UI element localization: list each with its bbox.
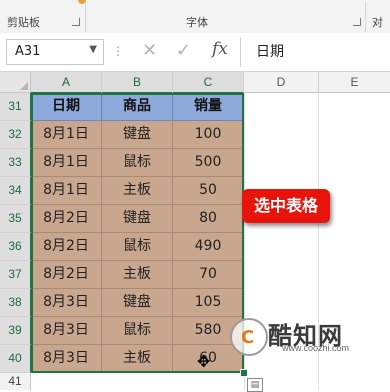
name-box[interactable]: A31 ▼ — [6, 39, 104, 65]
table-cell[interactable]: 键盘 — [102, 121, 173, 149]
row-header-40[interactable]: 40 — [0, 345, 32, 373]
table-header-sales[interactable]: 销量 — [173, 93, 244, 121]
table-cell[interactable]: 50 — [173, 177, 244, 205]
drag-handle-icon[interactable]: ⋮ — [112, 44, 125, 58]
table-cell[interactable]: 键盘 — [102, 205, 173, 233]
ribbon-group-alignment: 对 — [372, 16, 383, 29]
ribbon-group-clipboard: 剪贴板 — [7, 16, 40, 29]
row-header-32[interactable]: 32 — [0, 121, 32, 149]
column-header-e[interactable]: E — [319, 72, 390, 93]
row-header-41[interactable]: 41 — [0, 373, 31, 390]
table-cell[interactable]: 8月3日 — [31, 317, 102, 345]
table-header-product[interactable]: 商品 — [102, 93, 173, 121]
watermark-logo-icon: C — [230, 318, 268, 356]
table-cell[interactable]: 8月1日 — [31, 177, 102, 205]
table-cell[interactable]: 490 — [173, 233, 244, 261]
watermark-logo-letter: C — [241, 327, 255, 348]
formula-divider — [240, 37, 241, 67]
fill-handle[interactable] — [240, 369, 248, 377]
cancel-icon[interactable]: ✕ — [142, 40, 157, 61]
select-all-button[interactable] — [0, 72, 31, 93]
column-header-b[interactable]: B — [102, 72, 173, 94]
formula-bar: A31 ▼ ⋮ ✕ ✓ fx 日期 — [0, 33, 390, 72]
ribbon: 剪贴板 字体 对 — [0, 0, 390, 34]
row-header-37[interactable]: 37 — [0, 261, 32, 289]
chevron-down-icon[interactable]: ▼ — [89, 44, 97, 55]
table-cell[interactable]: 主板 — [102, 345, 173, 373]
table-cell[interactable]: 8月3日 — [31, 289, 102, 317]
table-cell[interactable]: 100 — [173, 121, 244, 149]
ribbon-separator — [365, 2, 366, 32]
table-cell[interactable]: 鼠标 — [102, 149, 173, 177]
row-header-35[interactable]: 35 — [0, 205, 32, 233]
confirm-icon[interactable]: ✓ — [176, 40, 191, 61]
row-header-33[interactable]: 33 — [0, 149, 32, 177]
table-cell[interactable]: 8月3日 — [31, 345, 102, 373]
table-cell[interactable]: 鼠标 — [102, 317, 173, 345]
clipboard-launcher-icon[interactable] — [72, 18, 80, 26]
row-header-38[interactable]: 38 — [0, 289, 32, 317]
table-cell[interactable]: 8月1日 — [31, 121, 102, 149]
row-header-39[interactable]: 39 — [0, 317, 32, 345]
table-cell[interactable]: 8月2日 — [31, 205, 102, 233]
select-all-icon — [20, 82, 28, 90]
table-cell[interactable]: 105 — [173, 289, 244, 317]
table-cell[interactable]: 主板 — [102, 177, 173, 205]
table-cell[interactable]: 8月2日 — [31, 261, 102, 289]
column-header-d[interactable]: D — [244, 72, 319, 93]
table-cell[interactable]: 70 — [173, 261, 244, 289]
table-cell[interactable]: 500 — [173, 149, 244, 177]
ribbon-separator — [85, 2, 86, 32]
formula-input[interactable]: 日期 — [256, 41, 284, 61]
table-cell[interactable]: 80 — [173, 205, 244, 233]
watermark-url: www.coozhi.com — [282, 343, 350, 353]
column-header-a[interactable]: A — [31, 72, 102, 94]
font-launcher-icon[interactable] — [353, 18, 361, 26]
table-header-date[interactable]: 日期 — [31, 93, 102, 121]
row-header-34[interactable]: 34 — [0, 177, 32, 205]
ribbon-group-font: 字体 — [186, 16, 208, 29]
table-cell[interactable]: 主板 — [102, 261, 173, 289]
name-box-value: A31 — [15, 44, 41, 59]
column-header-c[interactable]: C — [173, 72, 244, 94]
table-cell[interactable]: 8月1日 — [31, 149, 102, 177]
table-cell[interactable]: 键盘 — [102, 289, 173, 317]
insert-function-icon[interactable]: fx — [212, 39, 228, 59]
callout-label: 选中表格 — [242, 189, 330, 223]
move-cursor-icon: ✥ — [197, 352, 211, 371]
row-header-31[interactable]: 31 — [0, 93, 32, 121]
table-cell[interactable]: 8月2日 — [31, 233, 102, 261]
table-cell[interactable]: 鼠标 — [102, 233, 173, 261]
row-header-36[interactable]: 36 — [0, 233, 32, 261]
